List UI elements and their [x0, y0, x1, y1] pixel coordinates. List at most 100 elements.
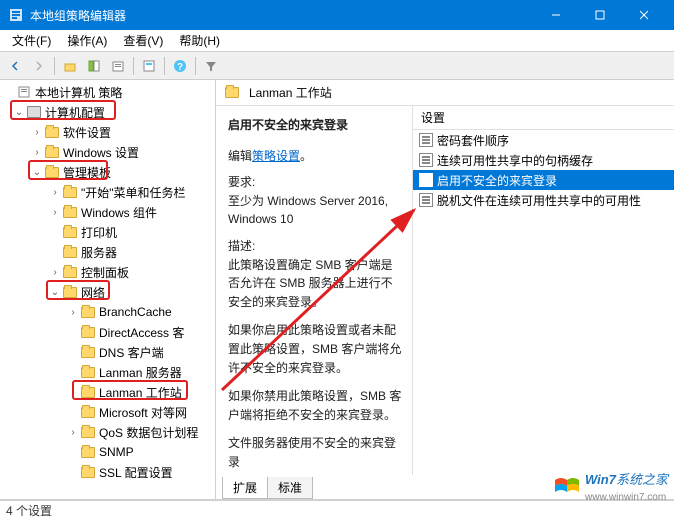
tree-lanman-server[interactable]: Lanman 服务器	[0, 362, 215, 382]
app-icon	[8, 7, 24, 23]
menu-help[interactable]: 帮助(H)	[171, 30, 228, 51]
tree-label: Windows 组件	[81, 204, 157, 221]
edit-policy-link[interactable]: 策略设置	[252, 149, 300, 163]
menu-action[interactable]: 操作(A)	[59, 30, 115, 51]
tree-label: SSL 配置设置	[99, 464, 173, 481]
tree-lanman-workstation[interactable]: Lanman 工作站	[0, 382, 215, 402]
tree-label: 软件设置	[63, 124, 111, 141]
list-item[interactable]: 脱机文件在连续可用性共享中的可用性	[413, 190, 674, 210]
tree-label: 管理模板	[63, 164, 111, 181]
window-title: 本地组策略编辑器	[30, 7, 534, 24]
tree-label: DirectAccess 客	[99, 324, 184, 341]
folder-icon	[62, 184, 78, 200]
tree-start-taskbar[interactable]: ›"开始"菜单和任务栏	[0, 182, 215, 202]
show-hide-tree-button[interactable]	[83, 55, 105, 77]
edit-label: 编辑	[228, 149, 252, 163]
help-button[interactable]: ?	[169, 55, 191, 77]
tree-microsoft-peer[interactable]: Microsoft 对等网	[0, 402, 215, 422]
forward-button[interactable]	[28, 55, 50, 77]
properties-button[interactable]	[138, 55, 160, 77]
navigation-tree[interactable]: 本地计算机 策略 ⌄计算机配置 ›软件设置 ›Windows 设置 ⌄管理模板 …	[0, 80, 216, 499]
policy-icon	[419, 193, 433, 207]
tree-ssl[interactable]: SSL 配置设置	[0, 462, 215, 482]
list-item-label: 连续可用性共享中的句柄缓存	[437, 152, 593, 169]
list-item[interactable]: 连续可用性共享中的句柄缓存	[413, 150, 674, 170]
policy-icon	[419, 133, 433, 147]
tree-dns-client[interactable]: DNS 客户端	[0, 342, 215, 362]
export-button[interactable]	[107, 55, 129, 77]
list-item-label: 启用不安全的来宾登录	[437, 172, 557, 189]
tree-label: 打印机	[81, 224, 117, 241]
tree-server[interactable]: 服务器	[0, 242, 215, 262]
policy-icon	[419, 173, 433, 187]
svg-text:?: ?	[177, 62, 183, 73]
tree-directaccess[interactable]: DirectAccess 客	[0, 322, 215, 342]
tree-computer-config[interactable]: ⌄计算机配置	[0, 102, 215, 122]
folder-icon	[80, 384, 96, 400]
tree-label: QoS 数据包计划程	[99, 424, 198, 441]
folder-icon	[44, 164, 60, 180]
folder-icon	[80, 324, 96, 340]
computer-icon	[26, 104, 42, 120]
folder-icon	[62, 264, 78, 280]
folder-icon	[80, 464, 96, 480]
list-item-selected[interactable]: 启用不安全的来宾登录	[413, 170, 674, 190]
tab-extended[interactable]: 扩展	[222, 477, 268, 499]
folder-icon	[44, 144, 60, 160]
tree-snmp[interactable]: SNMP	[0, 442, 215, 462]
tree-branchcache[interactable]: ›BranchCache	[0, 302, 215, 322]
tree-label: Windows 设置	[63, 144, 139, 161]
details-pane: Lanman 工作站 启用不安全的来宾登录 编辑策略设置。 要求: 至少为 Wi…	[216, 80, 674, 499]
tree-network[interactable]: ⌄网络	[0, 282, 215, 302]
tree-label: 本地计算机 策略	[35, 84, 122, 101]
scroll-icon	[16, 84, 32, 100]
settings-list: 设置 密码套件顺序 连续可用性共享中的句柄缓存 启用不安全的来宾登录 脱机文件在…	[412, 106, 674, 475]
up-button[interactable]	[59, 55, 81, 77]
tree-software-settings[interactable]: ›软件设置	[0, 122, 215, 142]
folder-icon	[80, 364, 96, 380]
filter-button[interactable]	[200, 55, 222, 77]
status-bar: 4 个设置	[0, 500, 674, 520]
requirements-label: 要求:	[228, 173, 404, 192]
tree-label: DNS 客户端	[99, 344, 164, 361]
description-p1: 此策略设置确定 SMB 客户端是否允许在 SMB 服务器上进行不安全的来宾登录。	[228, 256, 404, 312]
menu-file[interactable]: 文件(F)	[4, 30, 59, 51]
menu-view[interactable]: 查看(V)	[115, 30, 171, 51]
tree-root[interactable]: 本地计算机 策略	[0, 82, 215, 102]
tree-control-panel[interactable]: ›控制面板	[0, 262, 215, 282]
close-button[interactable]	[622, 0, 666, 30]
menu-bar: 文件(F) 操作(A) 查看(V) 帮助(H)	[0, 30, 674, 52]
tree-label: Lanman 工作站	[99, 384, 182, 401]
tab-standard[interactable]: 标准	[267, 477, 313, 499]
tree-qos[interactable]: ›QoS 数据包计划程	[0, 422, 215, 442]
folder-icon	[62, 284, 78, 300]
tree-windows-components[interactable]: ›Windows 组件	[0, 202, 215, 222]
list-item-label: 脱机文件在连续可用性共享中的可用性	[437, 192, 641, 209]
description-p3: 如果你禁用此策略设置，SMB 客户端将拒绝不安全的来宾登录。	[228, 387, 404, 424]
folder-icon	[80, 344, 96, 360]
back-button[interactable]	[4, 55, 26, 77]
folder-icon	[80, 404, 96, 420]
tree-label: BranchCache	[99, 305, 172, 319]
tree-printers[interactable]: 打印机	[0, 222, 215, 242]
folder-icon	[62, 244, 78, 260]
folder-icon	[80, 304, 96, 320]
toolbar: ?	[0, 52, 674, 80]
maximize-button[interactable]	[578, 0, 622, 30]
folder-icon	[80, 444, 96, 460]
folder-icon	[62, 224, 78, 240]
list-item[interactable]: 密码套件顺序	[413, 130, 674, 150]
tree-admin-templates[interactable]: ⌄管理模板	[0, 162, 215, 182]
tree-label: 网络	[81, 284, 105, 301]
tree-label: 控制面板	[81, 264, 129, 281]
tree-windows-settings[interactable]: ›Windows 设置	[0, 142, 215, 162]
list-header[interactable]: 设置	[413, 106, 674, 130]
policy-icon	[419, 153, 433, 167]
tree-label: Microsoft 对等网	[99, 404, 187, 421]
tree-label: SNMP	[99, 445, 134, 459]
minimize-button[interactable]	[534, 0, 578, 30]
policy-title: 启用不安全的来宾登录	[228, 116, 404, 135]
view-tabs: 扩展 标准	[216, 475, 674, 499]
description-label: 描述:	[228, 237, 404, 256]
tree-label: 服务器	[81, 244, 117, 261]
